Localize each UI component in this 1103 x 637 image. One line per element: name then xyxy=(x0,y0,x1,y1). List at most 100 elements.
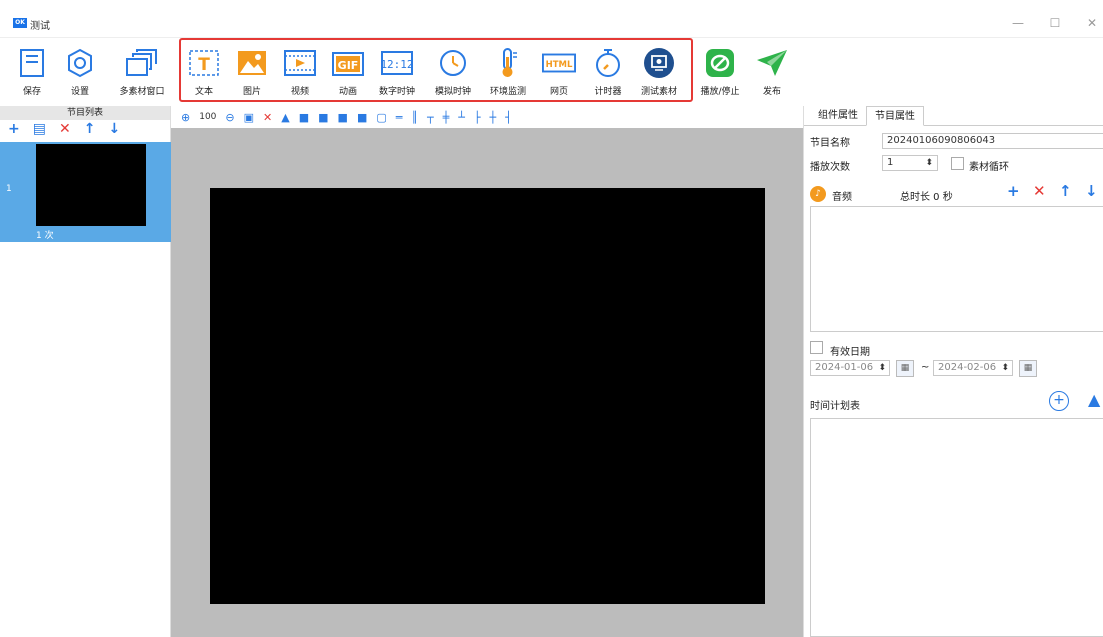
material-loop-label: 素材循环 xyxy=(969,162,1009,173)
total-duration: 总时长 0 秒 xyxy=(900,192,953,203)
fit-icon[interactable]: ▣ xyxy=(244,111,254,124)
start-date-value: 2024-01-06 xyxy=(815,362,874,373)
program-canvas[interactable] xyxy=(210,188,765,604)
audio-down-icon[interactable]: ↓ xyxy=(1085,182,1098,200)
audio-label: 音频 xyxy=(832,192,852,203)
gear-icon xyxy=(63,46,97,80)
end-calendar-icon[interactable]: ▦ xyxy=(1019,360,1037,377)
date-separator: ~ xyxy=(921,362,930,373)
copy-program-icon[interactable]: ▤ xyxy=(33,120,46,138)
fill-width-icon[interactable]: ═ xyxy=(396,111,403,124)
animation-button[interactable]: GIF 动画 xyxy=(330,46,366,97)
minimize-button[interactable]: — xyxy=(1008,14,1028,32)
webpage-button[interactable]: HTML 网页 xyxy=(540,46,578,97)
clear-icon[interactable]: ▲ xyxy=(281,111,289,124)
add-program-icon[interactable]: + xyxy=(8,120,20,138)
digital-clock-button[interactable]: 12:12 数字时钟 xyxy=(375,46,419,97)
image-label: 图片 xyxy=(242,87,261,97)
layer-down-icon[interactable]: ■ xyxy=(338,111,348,124)
end-date-input[interactable]: 2024-02-06 ⬍ xyxy=(933,360,1013,376)
add-audio-icon[interactable]: + xyxy=(1007,182,1020,200)
align-right-icon[interactable]: ┤ xyxy=(505,111,512,124)
layer-bottom-icon[interactable]: ■ xyxy=(357,111,367,124)
move-down-icon[interactable]: ↓ xyxy=(108,120,120,138)
text-button[interactable]: T 文本 xyxy=(186,46,222,97)
save-button[interactable]: 保存 xyxy=(12,46,52,97)
test-material-icon xyxy=(642,46,676,80)
program-list-item[interactable]: 1 1 次 xyxy=(0,142,171,242)
program-name-input[interactable]: 20240106090806043 xyxy=(882,133,1103,149)
delete-component-icon[interactable]: ✕ xyxy=(263,111,272,124)
maximize-button[interactable]: ☐ xyxy=(1045,14,1065,32)
zoom-in-icon[interactable]: ⊕ xyxy=(181,111,190,124)
svg-text:GIF: GIF xyxy=(338,59,359,72)
play-stop-button[interactable]: 播放/停止 xyxy=(696,46,744,97)
tab-component-properties[interactable]: 组件属性 xyxy=(810,106,866,125)
zoom-out-icon[interactable]: ⊖ xyxy=(225,111,234,124)
settings-button[interactable]: 设置 xyxy=(60,46,100,97)
align-left-icon[interactable]: ├ xyxy=(474,111,481,124)
schedule-list[interactable] xyxy=(810,418,1103,637)
clear-schedule-icon[interactable]: ▲ xyxy=(1088,390,1100,409)
analog-clock-button[interactable]: 模拟时钟 xyxy=(431,46,475,97)
audio-up-icon[interactable]: ↑ xyxy=(1059,182,1072,200)
env-monitor-button[interactable]: 环境监测 xyxy=(486,46,530,97)
thermometer-icon xyxy=(491,46,525,80)
save-icon xyxy=(15,46,49,80)
play-count-label: 播放次数 xyxy=(810,162,850,173)
tab-program-properties[interactable]: 节目属性 xyxy=(866,106,924,126)
title-bar: OK 测试 — ☐ ✕ xyxy=(0,0,1103,38)
move-up-icon[interactable]: ↑ xyxy=(84,120,96,138)
end-date-stepper-icon[interactable]: ⬍ xyxy=(1001,361,1009,375)
webpage-label: 网页 xyxy=(549,87,568,97)
fill-height-icon[interactable]: ║ xyxy=(411,111,418,124)
digital-clock-icon: 12:12 xyxy=(380,46,414,80)
test-material-button[interactable]: 测试素材 xyxy=(636,46,682,97)
fullscreen-icon[interactable]: ▢ xyxy=(376,111,386,124)
svg-text:12:12: 12:12 xyxy=(380,58,413,71)
zoom-level: 100 xyxy=(199,112,217,122)
text-icon: T xyxy=(187,46,221,80)
program-list-panel: 节目列表 + ▤ ✕ ↑ ↓ 1 1 次 xyxy=(0,106,171,637)
timer-label: 计时器 xyxy=(594,87,622,97)
canvas-area xyxy=(171,128,803,637)
video-button[interactable]: 视频 xyxy=(282,46,318,97)
audio-list[interactable] xyxy=(810,206,1103,332)
stepper-arrows-icon[interactable]: ⬍ xyxy=(925,156,933,170)
html-icon: HTML xyxy=(542,46,576,80)
start-calendar-icon[interactable]: ▦ xyxy=(896,360,914,377)
add-schedule-icon[interactable]: + xyxy=(1049,391,1069,411)
align-top-icon[interactable]: ┬ xyxy=(427,111,434,124)
analog-clock-icon xyxy=(436,46,470,80)
delete-audio-icon[interactable]: ✕ xyxy=(1033,182,1046,200)
multi-window-label: 多素材窗口 xyxy=(119,87,165,97)
settings-label: 设置 xyxy=(70,87,89,97)
app-icon: OK xyxy=(13,18,27,28)
play-stop-label: 播放/停止 xyxy=(700,87,740,97)
valid-date-checkbox[interactable] xyxy=(810,341,823,354)
layer-top-icon[interactable]: ■ xyxy=(299,111,309,124)
close-button[interactable]: ✕ xyxy=(1082,14,1102,32)
publish-button[interactable]: 发布 xyxy=(752,46,792,97)
start-date-input[interactable]: 2024-01-06 ⬍ xyxy=(810,360,890,376)
delete-program-icon[interactable]: ✕ xyxy=(59,120,71,138)
digital-clock-label: 数字时钟 xyxy=(378,87,415,97)
audio-icon: ♪ xyxy=(810,186,826,202)
schedule-label: 时间计划表 xyxy=(810,401,860,412)
play-stop-icon xyxy=(703,46,737,80)
video-icon xyxy=(283,46,317,80)
align-middle-icon[interactable]: ╪ xyxy=(443,111,450,124)
material-loop-checkbox[interactable] xyxy=(951,157,964,170)
align-bottom-icon[interactable]: ┴ xyxy=(458,111,465,124)
image-button[interactable]: 图片 xyxy=(234,46,270,97)
start-date-stepper-icon[interactable]: ⬍ xyxy=(878,361,886,375)
layer-up-icon[interactable]: ■ xyxy=(318,111,328,124)
align-center-icon[interactable]: ┼ xyxy=(490,111,497,124)
program-play-count: 1 次 xyxy=(36,231,54,241)
svg-text:HTML: HTML xyxy=(546,60,573,70)
multi-window-button[interactable]: 多素材窗口 xyxy=(112,46,172,97)
play-count-stepper[interactable]: 1 ⬍ xyxy=(882,155,938,171)
valid-date-label: 有效日期 xyxy=(830,347,870,358)
windows-icon xyxy=(125,46,159,80)
timer-button[interactable]: 计时器 xyxy=(588,46,628,97)
